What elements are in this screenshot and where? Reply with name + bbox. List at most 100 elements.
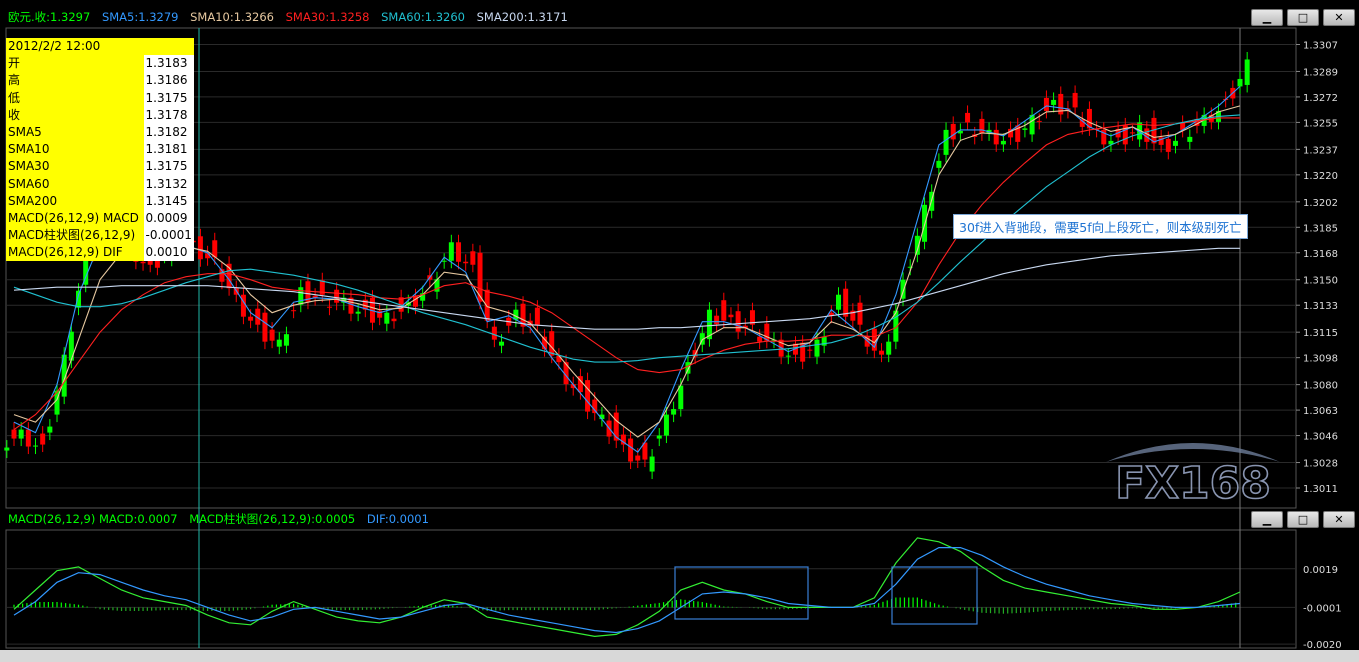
info-key: MACD(26,12,9) DIF [6,244,144,262]
info-row: SMA10 1.3181 [6,141,194,159]
candle-body [943,129,949,155]
candle-body [714,315,720,325]
candle-body [1237,78,1243,87]
candle-body [886,341,892,355]
candle-body [25,429,31,447]
info-key: 开 [6,55,144,73]
info-value: 1.3181 [143,141,194,159]
info-row: 高 1.3186 [6,72,194,90]
candle-body [262,312,268,342]
sma10-line [13,105,1241,438]
info-row: SMA5 1.3182 [6,123,194,142]
sma200-line [13,247,1240,330]
y-tick-label: 1.3237 [1303,145,1338,156]
y-tick-label: 1.3028 [1303,459,1338,470]
candle-body [140,261,146,264]
data-window: 2012/2/2 12:00 开 1.3183 高 1.3186 低 1.3175 收 1.3… [6,38,194,262]
candle-body [950,123,956,140]
candle-body [197,236,203,260]
candle-body [585,380,591,412]
candle-body [1029,114,1035,135]
y-tick-label: 1.3307 [1303,40,1338,51]
annotation-note: 30f进入背驰段，需要5f向上段死亡，则本级别死亡 [953,214,1248,239]
macd-y-tick-label: 0.0019 [1303,565,1338,576]
candle-body [248,316,254,321]
info-key: SMA30 [6,158,144,176]
candle-body [18,429,24,439]
candle-body [47,426,53,433]
candle-body [1072,92,1078,108]
y-tick-label: 1.3202 [1303,198,1338,209]
sma5-line [13,85,1241,453]
candle-body [291,310,297,312]
candle-body [735,311,741,332]
candle-body [326,306,332,308]
info-value: 0.0010 [143,244,194,262]
candle-body [33,445,39,447]
info-row: SMA30 1.3175 [6,158,194,176]
candle-body [757,336,763,342]
info-key: 低 [6,89,144,107]
info-key: MACD(26,12,9) MACD [6,209,144,228]
candle-body [470,251,476,265]
candle-body [499,341,505,346]
candle-body [649,456,655,472]
info-key: SMA5 [6,123,144,142]
candle-body [491,326,497,340]
y-tick-label: 1.3150 [1303,276,1338,287]
info-value: 1.3186 [143,72,194,90]
info-value: 0.0009 [143,209,194,228]
y-tick-label: 1.3011 [1303,484,1338,495]
macd-y-tick-label: -0.0001 [1303,603,1342,614]
fx168-logo: FX168 [1106,443,1280,508]
info-key: SMA200 [6,192,144,210]
info-value: 1.3132 [143,175,194,193]
info-row: 收 1.3178 [6,106,194,124]
y-tick-label: 1.3168 [1303,249,1338,260]
candle-body [1036,120,1042,122]
sma30-line [13,117,1240,431]
candle-body [276,339,282,347]
candle-body [549,331,555,356]
candle-body [441,260,447,262]
candle-body [1000,140,1006,145]
candle-body [1022,128,1028,130]
status-strip [0,650,1359,662]
price-chart[interactable]: 1.3307 1.3289 1.3272 1.3255 1.3237 1.3220 1.32… [0,0,1359,662]
info-row: SMA60 1.3132 [6,175,194,193]
candle-body [269,329,275,341]
y-tick-label: 1.3080 [1303,381,1338,392]
candle-body [11,429,17,439]
info-row: MACD(26,12,9) DIF 0.0010 [6,244,194,262]
y-tick-label: 1.3272 [1303,93,1338,104]
info-value: 1.3175 [143,158,194,176]
candle-body [836,294,842,310]
candle-body [807,349,813,351]
candle-body [879,350,885,355]
info-row: SMA200 1.3145 [6,192,194,210]
candle-body [4,447,10,451]
candle-body [721,300,727,321]
candle-body [1043,97,1049,111]
candle-body [656,435,662,439]
candle-body [678,385,684,410]
y-tick-label: 1.3098 [1303,354,1338,365]
candle-body [391,318,397,322]
candle-body [592,399,598,414]
highlight-box [891,566,978,625]
candle-body [448,242,454,261]
candle-body [355,311,361,314]
candle-body [283,334,289,346]
info-key: 收 [6,106,144,124]
candle-body [843,288,849,317]
candle-body [1051,99,1057,105]
logo-text: FX168 [1115,458,1271,508]
info-row: MACD柱状图(26,12,9) -0.0001 [6,227,194,245]
y-tick-label: 1.3289 [1303,67,1338,78]
info-value: 1.3178 [143,106,194,124]
info-date-row: 2012/2/2 12:00 [6,38,194,56]
candle-body [484,289,490,321]
candle-body [979,118,985,134]
candle-body [298,287,304,305]
candle-body [671,409,677,415]
